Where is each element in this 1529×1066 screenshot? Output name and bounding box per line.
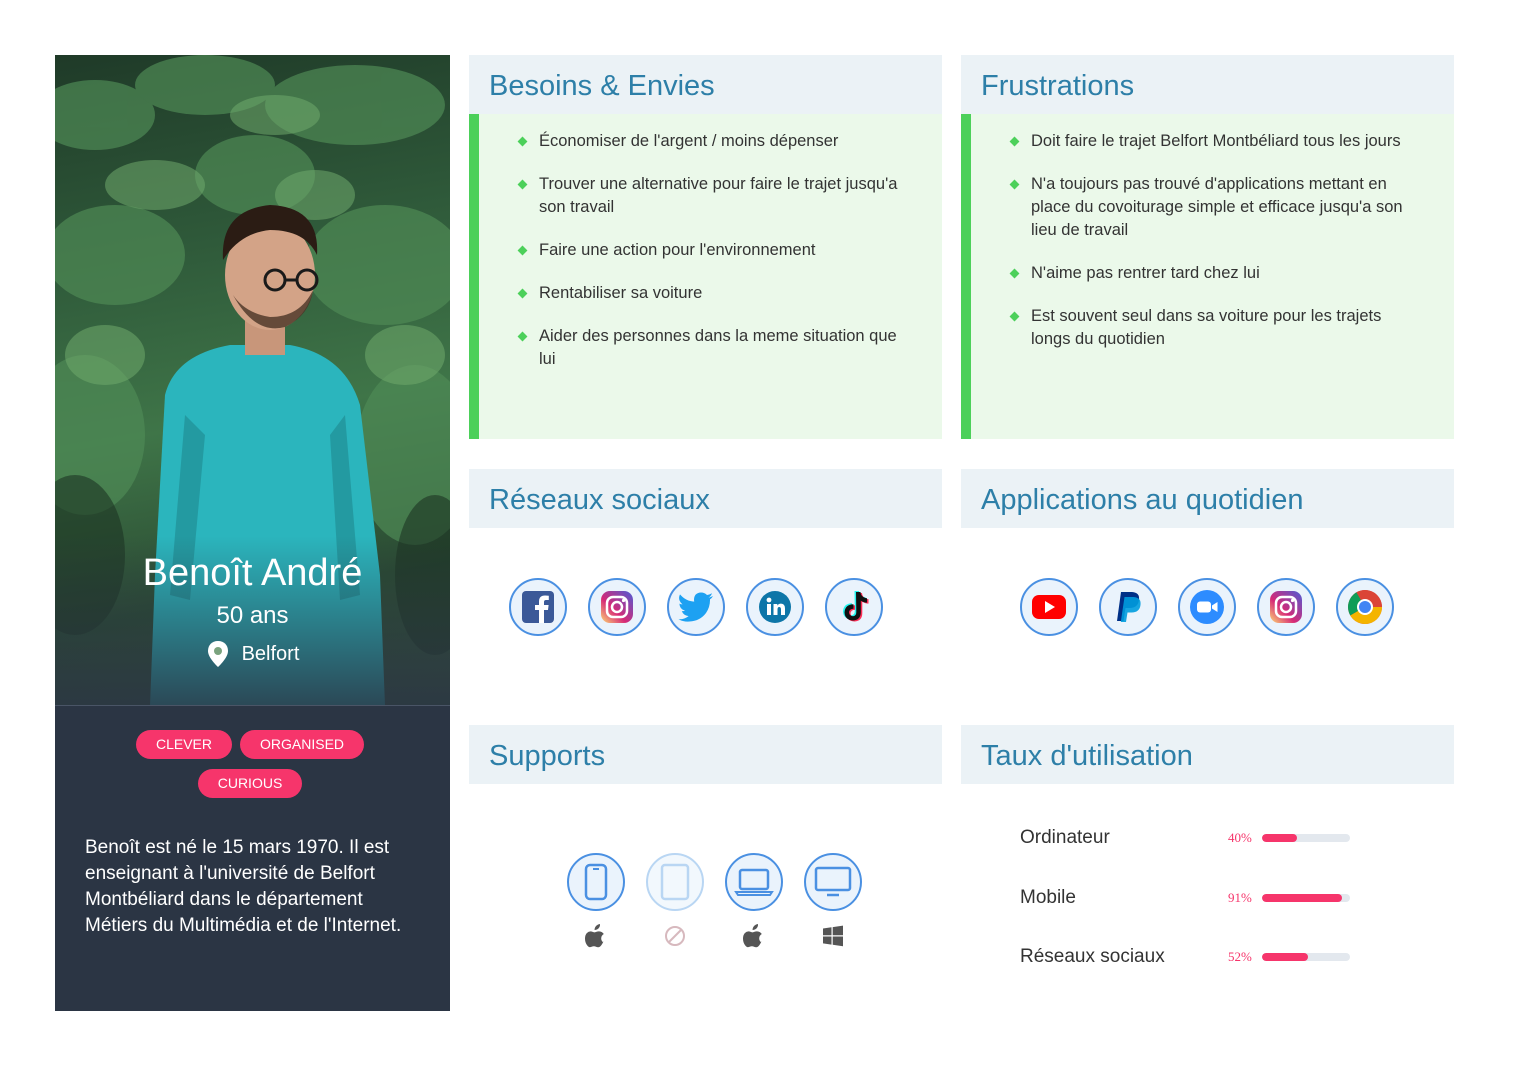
support-desktop bbox=[804, 853, 862, 949]
phone-icon bbox=[567, 853, 625, 911]
linkedin-icon[interactable] bbox=[746, 578, 804, 636]
social-heading: Réseaux sociaux bbox=[469, 469, 942, 528]
usage-label: Ordinateur bbox=[1020, 827, 1110, 848]
list-item: N'a toujours pas trouvé d'applications m… bbox=[1009, 173, 1424, 242]
supports-heading: Supports bbox=[469, 725, 942, 784]
support-tablet bbox=[646, 853, 704, 949]
facebook-icon[interactable] bbox=[509, 578, 567, 636]
list-item: Est souvent seul dans sa voiture pour le… bbox=[1009, 305, 1424, 351]
tag-clever: CLEVER bbox=[135, 730, 232, 759]
tag-organised: ORGANISED bbox=[240, 730, 365, 759]
instagram-icon[interactable] bbox=[588, 578, 646, 636]
diamond-bullet-icon bbox=[1009, 268, 1020, 279]
zoom-icon[interactable] bbox=[1178, 578, 1236, 636]
diamond-bullet-icon bbox=[517, 179, 528, 190]
app-icons bbox=[1020, 578, 1394, 636]
list-item: Faire une action pour l'environnement bbox=[517, 239, 912, 262]
usage-row-computer: Ordinateur 40% bbox=[1020, 827, 1360, 849]
frustrations-list: Doit faire le trajet Belfort Montbéliard… bbox=[961, 114, 1454, 439]
usage-bar-fill bbox=[1262, 894, 1343, 902]
usage-row-social: Réseaux sociaux 52% bbox=[1020, 946, 1360, 968]
usage-bar bbox=[1262, 834, 1350, 842]
usage-heading: Taux d'utilisation bbox=[961, 725, 1454, 784]
usage-bar-fill bbox=[1262, 953, 1308, 961]
usage-bar-fill bbox=[1262, 834, 1298, 842]
youtube-icon[interactable] bbox=[1020, 578, 1078, 636]
tag-curious: CURIOUS bbox=[197, 769, 303, 798]
usage-bar bbox=[1262, 953, 1350, 961]
usage-percent: 91% bbox=[1228, 890, 1252, 905]
diamond-bullet-icon bbox=[1009, 179, 1020, 190]
apps-heading: Applications au quotidien bbox=[961, 469, 1454, 528]
list-item: Économiser de l'argent / moins dépenser bbox=[517, 130, 912, 153]
windows-icon bbox=[822, 923, 844, 949]
list-item: N'aime pas rentrer tard chez lui bbox=[1009, 262, 1424, 285]
usage-label: Mobile bbox=[1020, 887, 1076, 908]
apple-icon bbox=[585, 923, 607, 949]
profile-card: Benoît André 50 ans Belfort CLEVER ORGAN… bbox=[55, 55, 450, 1011]
diamond-bullet-icon bbox=[1009, 311, 1020, 322]
persona-location: Belfort bbox=[55, 640, 450, 668]
forbidden-icon bbox=[664, 923, 686, 949]
trait-tags: CLEVER ORGANISED CURIOUS bbox=[115, 730, 385, 798]
diamond-bullet-icon bbox=[517, 331, 528, 342]
support-devices bbox=[567, 853, 862, 949]
support-laptop bbox=[725, 853, 783, 949]
location-text: Belfort bbox=[241, 642, 300, 665]
usage-bar bbox=[1262, 894, 1350, 902]
needs-heading: Besoins & Envies bbox=[469, 55, 942, 114]
laptop-icon bbox=[725, 853, 783, 911]
diamond-bullet-icon bbox=[517, 288, 528, 299]
location-pin-icon bbox=[207, 641, 228, 667]
chrome-icon[interactable] bbox=[1336, 578, 1394, 636]
usage-percent: 40% bbox=[1228, 830, 1252, 845]
tablet-icon bbox=[646, 853, 704, 911]
persona-name: Benoît André bbox=[142, 552, 363, 594]
support-phone bbox=[567, 853, 625, 949]
diamond-bullet-icon bbox=[517, 245, 528, 256]
needs-list: Économiser de l'argent / moins dépenser … bbox=[469, 114, 942, 439]
diamond-bullet-icon bbox=[1009, 136, 1020, 147]
instagram-icon[interactable] bbox=[1257, 578, 1315, 636]
diamond-bullet-icon bbox=[517, 136, 528, 147]
paypal-icon[interactable] bbox=[1099, 578, 1157, 636]
persona-bio: Benoît est né le 15 mars 1970. Il est en… bbox=[85, 837, 402, 936]
list-item: Aider des personnes dans la meme situati… bbox=[517, 325, 912, 371]
usage-row-mobile: Mobile 91% bbox=[1020, 887, 1360, 909]
list-item: Doit faire le trajet Belfort Montbéliard… bbox=[1009, 130, 1424, 153]
list-item: Rentabiliser sa voiture bbox=[517, 282, 912, 305]
usage-percent: 52% bbox=[1228, 949, 1252, 964]
frustrations-heading: Frustrations bbox=[961, 55, 1454, 114]
tiktok-icon[interactable] bbox=[825, 578, 883, 636]
twitter-icon[interactable] bbox=[667, 578, 725, 636]
usage-label: Réseaux sociaux bbox=[1020, 946, 1165, 967]
desktop-icon bbox=[804, 853, 862, 911]
social-icons bbox=[509, 578, 883, 636]
profile-divider bbox=[55, 705, 450, 706]
apple-icon bbox=[743, 923, 765, 949]
persona-age: 50 ans bbox=[216, 602, 289, 629]
list-item: Trouver une alternative pour faire le tr… bbox=[517, 173, 912, 219]
